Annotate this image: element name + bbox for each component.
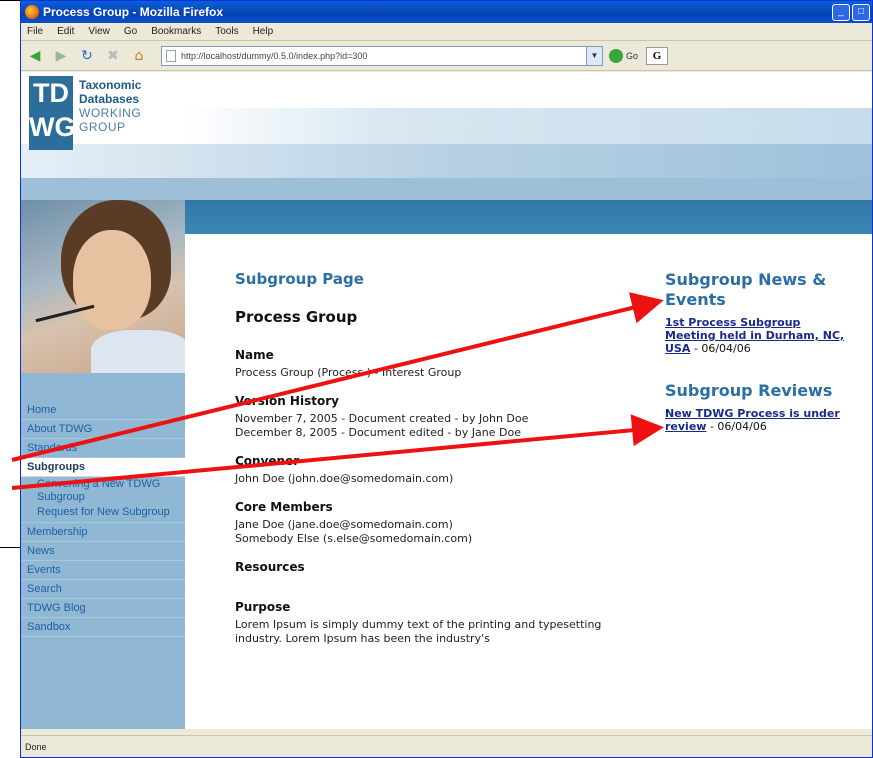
news-column: Subgroup News & Events 1st Process Subgr… [665, 270, 845, 459]
page-icon [166, 49, 176, 62]
logo-mark-top: TD [33, 78, 69, 108]
purpose-section: Purpose Lorem Ipsum is simply dummy text… [235, 600, 645, 646]
header-band [21, 178, 872, 200]
chevron-down-icon[interactable]: ▼ [586, 46, 602, 65]
menu-tools[interactable]: Tools [215, 26, 238, 37]
main-content: Subgroup Page Process Group Name Process… [235, 270, 645, 660]
url-text: http://localhost/dummy/0.5.0/index.php?i… [181, 50, 368, 61]
sidebar-list: Home About TDWG Standards Subgroups Conv… [21, 373, 185, 637]
sidebar-item-home[interactable]: Home [21, 401, 185, 420]
stop-icon[interactable]: ✖ [103, 46, 123, 66]
tdwg-logo[interactable]: TD WG Taxonomic Databases WORKING GROUP [29, 76, 179, 152]
photo-face [73, 230, 151, 330]
back-icon[interactable]: ◀ [25, 46, 45, 66]
content-top-bar [185, 200, 872, 234]
sidebar-item-about[interactable]: About TDWG [21, 420, 185, 439]
version-section: Version History November 7, 2005 - Docum… [235, 394, 645, 440]
search-engine-icon[interactable]: G [646, 46, 669, 65]
logo-line: GROUP [79, 120, 126, 134]
window-title: Process Group - Mozilla Firefox [43, 5, 224, 19]
home-icon[interactable]: ⌂ [129, 46, 149, 66]
section-text: November 7, 2005 - Document created - by… [235, 412, 529, 425]
section-heading: Convener [235, 454, 300, 468]
menu-go[interactable]: Go [124, 26, 137, 37]
resources-section: Resources [235, 560, 645, 574]
annotation-frame [0, 0, 22, 548]
section-heading: Purpose [235, 600, 291, 614]
sidebar-item-subgroups[interactable]: Subgroups [21, 458, 185, 477]
reload-icon[interactable]: ↻ [77, 46, 97, 66]
forward-icon[interactable]: ▶ [51, 46, 71, 66]
logo-line: Taxonomic [79, 78, 142, 92]
sidebar-item-membership[interactable]: Membership [21, 523, 185, 542]
logo-mark-bottom: WG [29, 112, 76, 142]
go-button[interactable]: Go [626, 51, 638, 61]
menu-file[interactable]: File [27, 26, 43, 37]
sidebar-item-sandbox[interactable]: Sandbox [21, 618, 185, 637]
photo-shoulder [91, 330, 185, 373]
firefox-icon [25, 5, 39, 19]
go-icon[interactable] [609, 48, 623, 63]
section-heading: Core Members [235, 500, 333, 514]
url-input[interactable]: http://localhost/dummy/0.5.0/index.php?i… [161, 45, 603, 66]
section-text: John Doe (john.doe@somedomain.com) [235, 472, 454, 485]
browser-window: Process Group - Mozilla Firefox _ □ File… [20, 0, 873, 758]
sidebar-item-events[interactable]: Events [21, 561, 185, 580]
logo-mark: TD WG [29, 76, 76, 150]
menu-bar: File Edit View Go Bookmarks Tools Help [21, 23, 872, 41]
reviews-heading: Subgroup Reviews [665, 381, 833, 400]
section-heading: Name [235, 348, 274, 362]
logo-line: Databases [79, 92, 140, 106]
header-band [181, 108, 872, 144]
header-photo [21, 200, 185, 373]
menu-view[interactable]: View [88, 26, 110, 37]
news-heading: Subgroup News & Events [665, 270, 827, 309]
section-text: Process Group (Process ) - Interest Grou… [235, 366, 462, 379]
menu-bookmarks[interactable]: Bookmarks [151, 26, 201, 37]
sidebar-item-standards[interactable]: Standards [21, 439, 185, 458]
section-text: Somebody Else (s.else@somedomain.com) [235, 532, 473, 545]
section-text: Lorem Ipsum is simply dummy text of the … [235, 618, 602, 645]
logo-line: WORKING [79, 106, 142, 120]
convener-section: Convener John Doe (john.doe@somedomain.c… [235, 454, 645, 486]
section-heading: Resources [235, 560, 305, 574]
sidebar-nav: Home About TDWG Standards Subgroups Conv… [21, 373, 185, 729]
menu-edit[interactable]: Edit [57, 26, 74, 37]
review-item: New TDWG Process is under review - 06/04… [665, 407, 845, 433]
page-title: Process Group [235, 308, 358, 326]
news-date: - 06/04/06 [690, 342, 751, 355]
sidebar-item-blog[interactable]: TDWG Blog [21, 599, 185, 618]
section-text: Jane Doe (jane.doe@somedomain.com) [235, 518, 453, 531]
title-bar: Process Group - Mozilla Firefox _ □ [21, 1, 872, 23]
subgroup-page-heading: Subgroup Page [235, 270, 364, 288]
menu-help[interactable]: Help [253, 26, 274, 37]
status-bar: Done [21, 735, 872, 757]
sidebar-subitem-convening[interactable]: Convening a New TDWG Subgroup [21, 477, 185, 505]
section-heading: Version History [235, 394, 339, 408]
screenshot: Process Group - Mozilla Firefox _ □ File… [0, 0, 873, 758]
core-members-section: Core Members Jane Doe (jane.doe@somedoma… [235, 500, 645, 546]
navigation-toolbar: ◀ ▶ ↻ ✖ ⌂ http://localhost/dummy/0.5.0/i… [21, 41, 872, 71]
logo-text: Taxonomic Databases WORKING GROUP [79, 78, 141, 134]
page-viewport: TD WG Taxonomic Databases WORKING GROUP [21, 72, 872, 729]
section-text: December 8, 2005 - Document edited - by … [235, 426, 521, 439]
minimize-button[interactable]: _ [832, 3, 850, 21]
maximize-button[interactable]: □ [852, 3, 870, 21]
news-item: 1st Process Subgroup Meeting held in Dur… [665, 316, 845, 355]
name-section: Name Process Group (Process ) - Interest… [235, 348, 645, 380]
sidebar-item-search[interactable]: Search [21, 580, 185, 599]
sidebar-item-news[interactable]: News [21, 542, 185, 561]
review-date: - 06/04/06 [706, 420, 767, 433]
site-header: TD WG Taxonomic Databases WORKING GROUP [21, 72, 872, 200]
sidebar-subitem-request[interactable]: Request for New Subgroup [21, 505, 185, 523]
